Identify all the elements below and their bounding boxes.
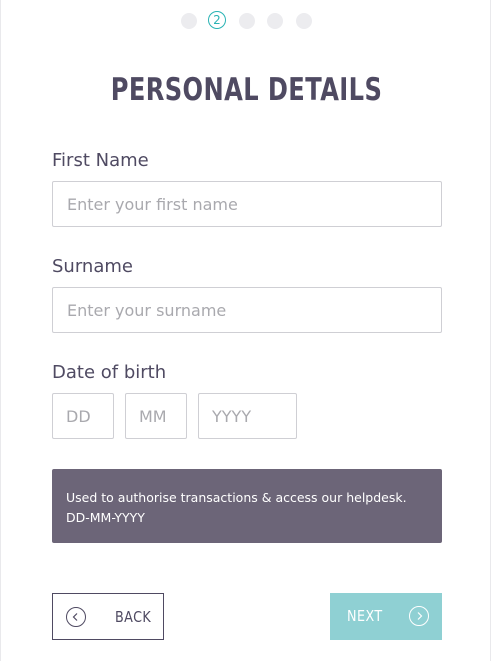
step-dot-5 bbox=[296, 13, 312, 29]
step-indicator: 2 bbox=[0, 11, 493, 31]
page-title: PERSONAL DETAILS bbox=[110, 72, 383, 108]
dob-month-input[interactable] bbox=[125, 393, 187, 439]
info-text-line1: Used to authorise transactions & access … bbox=[66, 490, 407, 505]
dob-day-input[interactable] bbox=[52, 393, 114, 439]
dob-year-input[interactable] bbox=[198, 393, 297, 439]
next-button-label: NEXT bbox=[347, 607, 383, 625]
chevron-right-circle-icon bbox=[409, 606, 429, 626]
surname-label: Surname bbox=[52, 256, 133, 277]
date-of-birth-label: Date of birth bbox=[52, 362, 167, 383]
back-button[interactable]: BACK bbox=[52, 593, 164, 640]
surname-input[interactable] bbox=[52, 287, 442, 333]
step-dot-4 bbox=[267, 13, 283, 29]
first-name-label: First Name bbox=[52, 150, 149, 171]
next-button[interactable]: NEXT bbox=[330, 593, 442, 640]
info-text-line2: DD-MM-YYYY bbox=[66, 510, 145, 525]
chevron-left-circle-icon bbox=[66, 607, 86, 627]
first-name-input[interactable] bbox=[52, 181, 442, 227]
step-dot-current: 2 bbox=[208, 11, 226, 29]
dob-info-box: Used to authorise transactions & access … bbox=[52, 469, 442, 543]
step-dot-3 bbox=[239, 13, 255, 29]
step-dot-1 bbox=[181, 13, 197, 29]
back-button-label: BACK bbox=[115, 608, 152, 626]
